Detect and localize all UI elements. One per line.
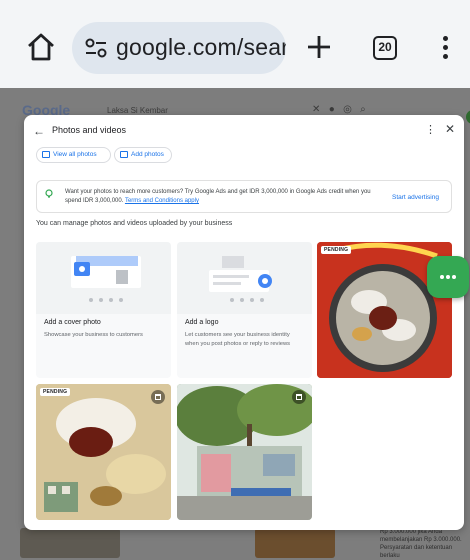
terms-link[interactable]: Terms and Conditions apply [125,198,199,204]
close-icon[interactable]: ✕ [445,122,455,136]
view-all-photos-button[interactable]: View all photos [36,147,111,163]
add-photo-icon [120,151,128,158]
pending-photo-food[interactable]: PENDING [36,384,171,520]
add-photos-label: Add photos [131,151,164,158]
delete-icon[interactable] [292,390,306,404]
storefront-photo[interactable] [177,384,312,520]
cover-illustration [36,242,171,314]
food-closeup-image [36,384,171,520]
lightbulb-icon [45,189,53,198]
home-icon[interactable] [24,30,58,64]
background-search-icons: ✕ ● ◎ ⌕ [312,104,366,115]
background-side-text: Rp 3.000.000 jika Anda membelanjakan Rp … [380,529,462,559]
more-options-fab[interactable] [427,256,469,298]
logo-card-title: Add a logo [185,319,219,326]
tab-switcher-button[interactable]: 20 [373,36,397,60]
logo-card-desc: Let customers see your business identity… [185,332,291,347]
add-photos-button[interactable]: Add photos [114,147,172,163]
back-arrow-icon[interactable]: ← [33,124,45,138]
new-tab-icon[interactable] [306,34,332,60]
background-query: Laksa Si Kembar [107,106,168,115]
view-all-photos-label: View all photos [53,151,97,158]
logo-illustration-icon [209,256,272,302]
photo-library-icon [42,151,50,158]
cover-card-desc: Showcase your business to customers [44,332,143,338]
manage-photos-text: You can manage photos and videos uploade… [36,220,233,227]
background-thumbnail [20,528,120,558]
more-vert-icon[interactable]: ⋮ [425,123,436,136]
cover-illustration-icon [71,256,141,302]
dialog-header: ← Photos and videos ⋮ ✕ [24,115,464,145]
promo-text: Want your photos to reach more customers… [65,188,375,206]
address-bar[interactable]: google.com/searc [72,22,286,74]
url-text: google.com/searc [116,34,286,60]
logo-illustration [177,242,312,314]
promo-body: Want your photos to reach more customers… [65,189,371,204]
ads-promo-banner: Want your photos to reach more customers… [36,180,452,213]
browser-toolbar: google.com/searc 20 [0,0,470,88]
pending-badge: PENDING [321,246,352,254]
photos-dialog: ← Photos and videos ⋮ ✕ View all photos … [24,115,464,530]
add-cover-photo-card[interactable]: Add a cover photo Showcase your business… [36,242,171,378]
cover-card-title: Add a cover photo [44,319,101,326]
avatar [466,110,470,124]
pending-badge: PENDING [40,388,71,396]
storefront-image [177,384,312,520]
start-advertising-link[interactable]: Start advertising [392,194,439,201]
delete-icon[interactable] [151,390,165,404]
site-settings-icon[interactable] [84,37,108,59]
dialog-title: Photos and videos [52,125,127,135]
background-thumbnail [255,528,335,558]
add-logo-card[interactable]: Add a logo Let customers see your busine… [177,242,312,378]
browser-menu-icon[interactable] [440,36,450,62]
